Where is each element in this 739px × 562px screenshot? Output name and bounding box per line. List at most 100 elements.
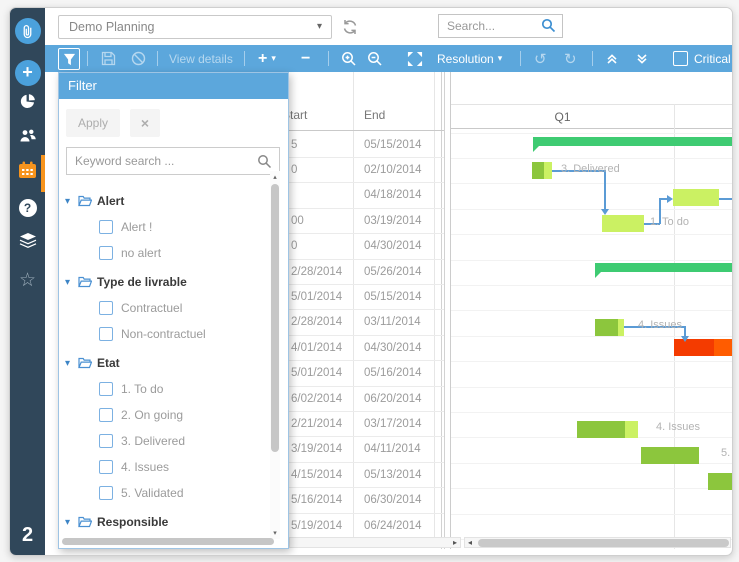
question-icon: ? — [19, 199, 37, 217]
view-details-button[interactable]: View details — [169, 45, 233, 72]
undo-button[interactable]: ↺ — [534, 45, 547, 72]
expander-icon[interactable]: ▾ — [61, 517, 78, 528]
scroll-up-icon[interactable]: ▴ — [270, 173, 280, 181]
planning-select[interactable]: Demo Planning ▾ — [58, 15, 332, 39]
keyword-search-input[interactable]: Keyword search ... — [66, 147, 280, 175]
tree-item[interactable]: 5. Validated — [61, 480, 267, 506]
tree-item[interactable]: no alert — [61, 240, 267, 266]
pie-chart-icon — [19, 93, 36, 115]
zoom-fit-button[interactable] — [407, 45, 423, 72]
tree-group-label: Etat — [97, 356, 120, 370]
resolution-button[interactable]: Resolution▾ — [437, 45, 502, 72]
cell-start: 5/01/2014 — [291, 361, 342, 385]
critical-path-toggle[interactable]: Critical Path — [673, 45, 732, 72]
star-icon: ☆ — [19, 269, 36, 292]
tree-item[interactable]: Alert ! — [61, 214, 267, 240]
add-task-button[interactable]: +▾ — [258, 45, 276, 72]
tree-group[interactable]: ▾Alert — [61, 188, 267, 214]
people-icon — [19, 128, 37, 148]
scroll-left-icon[interactable]: ◂ — [468, 539, 472, 547]
save-button[interactable] — [101, 45, 116, 72]
tree-item[interactable]: 1. To do — [61, 376, 267, 402]
table-h-scrollbar[interactable]: ▸ — [289, 537, 461, 548]
remove-task-button[interactable]: − — [301, 45, 310, 72]
filter-checkbox[interactable] — [99, 246, 113, 260]
gantt-h-scrollbar[interactable]: ◂ — [464, 537, 731, 548]
tree-item-label: Contractuel — [121, 301, 182, 315]
table-gantt-splitter[interactable] — [444, 72, 445, 549]
filter-h-scrollbar[interactable] — [62, 538, 274, 545]
cancel-button[interactable] — [131, 45, 146, 72]
filter-checkbox[interactable] — [99, 486, 113, 500]
filter-checkbox[interactable] — [99, 460, 113, 474]
tree-group[interactable]: ▾Type de livrable — [61, 269, 267, 295]
filter-v-scrollbar[interactable]: ▴ ▾ — [270, 171, 280, 539]
toolbar-separator — [520, 51, 521, 66]
cell-start: 5/16/2014 — [291, 488, 342, 512]
critical-path-checkbox[interactable] — [673, 51, 688, 66]
scroll-right-icon[interactable]: ▸ — [453, 539, 457, 547]
sidebar-item-add[interactable]: + — [10, 60, 45, 86]
cell-end: 02/10/2014 — [364, 158, 422, 182]
cell-end: 06/20/2014 — [364, 387, 422, 411]
filter-icon — [63, 53, 76, 66]
sidebar-item-layers[interactable] — [10, 234, 45, 252]
expander-icon[interactable]: ▾ — [61, 358, 78, 369]
tree-group-label: Responsible — [97, 515, 168, 529]
zoom-out-button[interactable] — [367, 45, 383, 72]
scrollbar-thumb[interactable] — [271, 184, 279, 452]
tree-item-label: 4. Issues — [121, 460, 169, 474]
clear-filter-button[interactable]: × — [130, 109, 160, 137]
sidebar-item-help[interactable]: ? — [10, 198, 45, 218]
tree-item[interactable]: 3. Delivered — [61, 428, 267, 454]
expander-icon[interactable]: ▾ — [61, 277, 78, 288]
tree-item[interactable]: 2. On going — [61, 402, 267, 428]
zoom-in-button[interactable] — [341, 45, 357, 72]
cell-end: 05/15/2014 — [364, 285, 422, 309]
tree-group[interactable]: ▾ Etat — [61, 350, 267, 376]
filter-checkbox[interactable] — [99, 301, 113, 315]
filter-checkbox[interactable] — [99, 382, 113, 396]
gantt-toolbar: View details +▾ − Resolution▾ ↺ ↻ Critic… — [45, 45, 732, 72]
scrollbar-thumb[interactable] — [478, 539, 729, 547]
toolbar-separator — [244, 51, 245, 66]
sidebar-item-favorites[interactable]: ☆ — [10, 270, 45, 290]
sidebar-item-users[interactable] — [10, 128, 45, 148]
filter-button[interactable] — [58, 48, 80, 70]
cell-end: 03/11/2014 — [364, 310, 421, 334]
expand-all-button[interactable] — [636, 45, 648, 72]
tree-item[interactable]: Non-contractuel — [61, 321, 267, 347]
apply-button[interactable]: Apply — [66, 109, 120, 137]
chevron-down-icon: ▾ — [317, 16, 322, 38]
cell-end: 04/30/2014 — [364, 336, 422, 360]
scroll-down-icon[interactable]: ▾ — [270, 529, 280, 537]
expander-icon[interactable]: ▾ — [61, 196, 78, 207]
search-input[interactable]: Search... — [438, 14, 563, 38]
refresh-button[interactable] — [342, 19, 358, 40]
filter-checkbox[interactable] — [99, 408, 113, 422]
tree-item[interactable]: 4. Issues — [61, 454, 267, 480]
sidebar-item-planning[interactable] — [10, 162, 45, 182]
collapse-all-button[interactable] — [606, 45, 618, 72]
cell-start: 6/02/2014 — [291, 387, 342, 411]
chevron-down-icon[interactable]: ▾ — [271, 53, 276, 64]
sidebar-item-reports[interactable] — [10, 94, 45, 114]
sidebar-item-attachments[interactable] — [10, 18, 45, 44]
cell-end: 04/30/2014 — [364, 234, 422, 258]
folder-icon — [78, 357, 92, 369]
filter-checkbox[interactable] — [99, 220, 113, 234]
folder-icon — [78, 516, 92, 528]
tree-group[interactable]: ▾ Responsible — [61, 509, 267, 535]
cell-end: 06/24/2014 — [364, 514, 422, 538]
folder-icon — [78, 276, 92, 288]
scrollbar-thumb[interactable] — [62, 538, 274, 545]
filter-checkbox[interactable] — [99, 434, 113, 448]
app-window: Start End 505/15/2014002/10/201404/18/20… — [9, 7, 733, 556]
cell-start: 4/01/2014 — [291, 336, 342, 360]
column-header-end[interactable]: End — [364, 108, 385, 122]
redo-button[interactable]: ↻ — [564, 45, 577, 72]
tree-item-label: Non-contractuel — [121, 327, 206, 341]
filter-checkbox[interactable] — [99, 327, 113, 341]
tree-item[interactable]: Contractuel — [61, 295, 267, 321]
layers-icon — [19, 232, 37, 254]
